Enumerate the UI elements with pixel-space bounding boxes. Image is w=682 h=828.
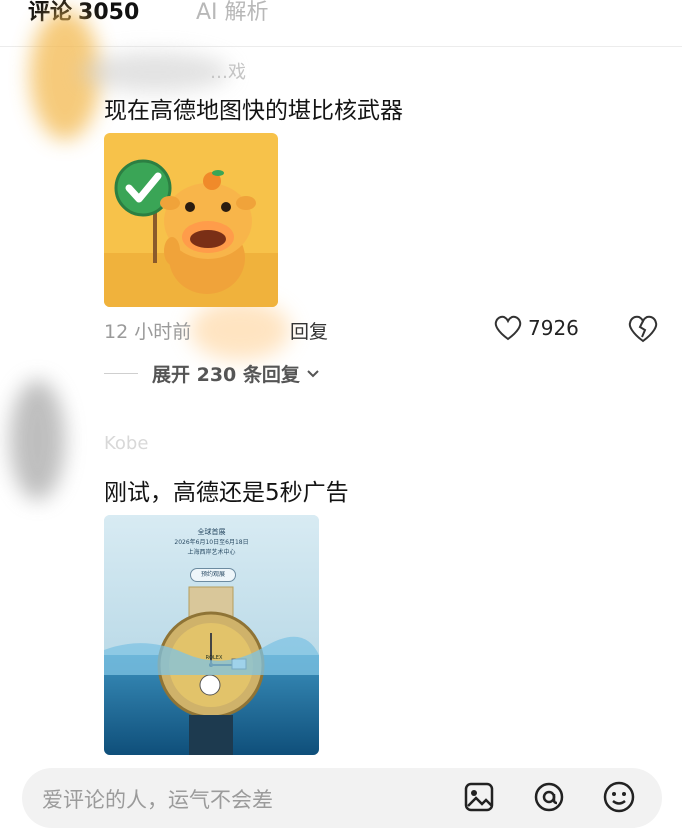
- emoji-icon[interactable]: [602, 780, 636, 814]
- comment-time: 12 小时前: [104, 321, 192, 343]
- comment-input-bar[interactable]: 爱评论的人，运气不会差: [22, 768, 662, 828]
- dislike-button[interactable]: [628, 315, 658, 348]
- chevron-down-icon: [307, 369, 319, 377]
- avatar-blur-2: [10, 380, 65, 500]
- comment-text: 刚试，高德还是5秒广告: [104, 480, 349, 506]
- expand-replies-label: 展开 230 条回复: [152, 364, 300, 386]
- comment-tabs: 评论 3050 AI 解析: [0, 0, 682, 47]
- ad-cta-label: 预约观展: [200, 571, 225, 578]
- name-blur-1: [80, 52, 230, 92]
- comment-image-mascot[interactable]: [104, 133, 278, 307]
- like-count: 7926: [528, 316, 579, 340]
- expand-replies-button[interactable]: 展开 230 条回复: [104, 360, 320, 387]
- ad-brand: ROLEX: [205, 655, 223, 661]
- ad-cta-button[interactable]: 预约观展: [190, 568, 236, 582]
- heart-icon: [494, 315, 522, 341]
- ad-date: 2026年6月10日至6月18日: [174, 539, 249, 546]
- comment-username[interactable]: …戏: [210, 58, 246, 84]
- comment-text: 现在高德地图快的堪比核武器: [104, 98, 403, 124]
- like-button[interactable]: 7926: [494, 315, 579, 341]
- comment-meta-row: 12 小时前 回复 7926: [104, 315, 664, 345]
- reply-button[interactable]: 回复: [290, 317, 328, 344]
- tab-comments-count: 3050: [78, 0, 140, 25]
- broken-heart-icon: [628, 315, 658, 343]
- tab-comments-label: 评论: [28, 0, 73, 25]
- tab-ai-label: AI 解析: [196, 0, 269, 25]
- tab-ai-analysis[interactable]: AI 解析: [196, 0, 269, 26]
- comment-username[interactable]: Kobe: [104, 433, 148, 454]
- image-icon[interactable]: [462, 780, 496, 814]
- expand-divider: [104, 373, 138, 374]
- tab-comments[interactable]: 评论 3050: [28, 0, 139, 26]
- comment-image-ad[interactable]: 全球首展 2026年6月10日至6月18日 上海西岸艺术中心 预约观展 ROLE…: [104, 515, 319, 755]
- ad-title: 全球首展: [197, 528, 226, 536]
- ad-venue: 上海西岸艺术中心: [187, 549, 236, 556]
- comment-input-placeholder[interactable]: 爱评论的人，运气不会差: [42, 784, 273, 814]
- at-icon[interactable]: [532, 780, 566, 814]
- mascot-illustration: [104, 133, 278, 307]
